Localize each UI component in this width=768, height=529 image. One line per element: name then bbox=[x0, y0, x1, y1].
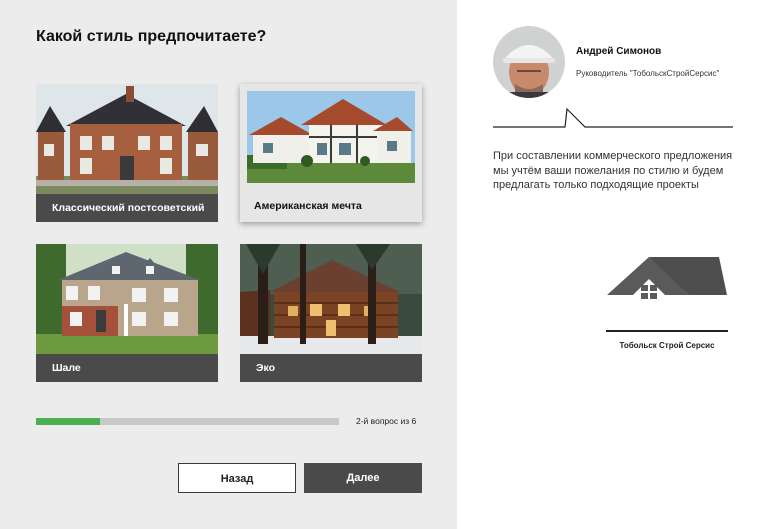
house-logo-icon bbox=[607, 257, 727, 299]
back-button[interactable]: Назад bbox=[178, 463, 296, 493]
next-button[interactable]: Далее bbox=[304, 463, 422, 493]
option-image-american bbox=[247, 91, 415, 183]
option-label: Эко bbox=[240, 354, 422, 382]
option-card-eco[interactable]: Эко bbox=[240, 244, 422, 382]
option-card-classic[interactable]: Классический постсоветский bbox=[36, 84, 218, 222]
option-card-chalet[interactable]: Шале bbox=[36, 244, 218, 382]
quiz-panel: Какой стиль предпочитаете? Классический … bbox=[0, 0, 457, 529]
logo-underline bbox=[606, 330, 728, 332]
description-text: При составлении коммерческого предложени… bbox=[493, 150, 733, 191]
progress-bar bbox=[36, 418, 339, 425]
option-image-eco bbox=[240, 244, 422, 354]
option-label: Американская мечта bbox=[240, 190, 422, 222]
logo-text: Тобольск Строй Серсис bbox=[619, 341, 715, 350]
option-image-chalet bbox=[36, 244, 218, 354]
option-label: Классический постсоветский bbox=[36, 194, 218, 222]
separator-line bbox=[493, 107, 733, 128]
manager-role: Руководитель "ТобольскСтройСерсис" bbox=[576, 69, 720, 78]
option-image-classic bbox=[36, 84, 218, 194]
manager-name: Андрей Симонов bbox=[576, 46, 662, 57]
option-label: Шале bbox=[36, 354, 218, 382]
option-card-american[interactable]: Американская мечта bbox=[240, 84, 422, 222]
progress-text: 2-й вопрос из 6 bbox=[356, 416, 417, 426]
avatar bbox=[493, 26, 565, 98]
progress-fill bbox=[36, 418, 100, 425]
question-title: Какой стиль предпочитаете? bbox=[36, 28, 267, 45]
info-panel: Андрей Симонов Руководитель "ТобольскСтр… bbox=[457, 0, 768, 529]
